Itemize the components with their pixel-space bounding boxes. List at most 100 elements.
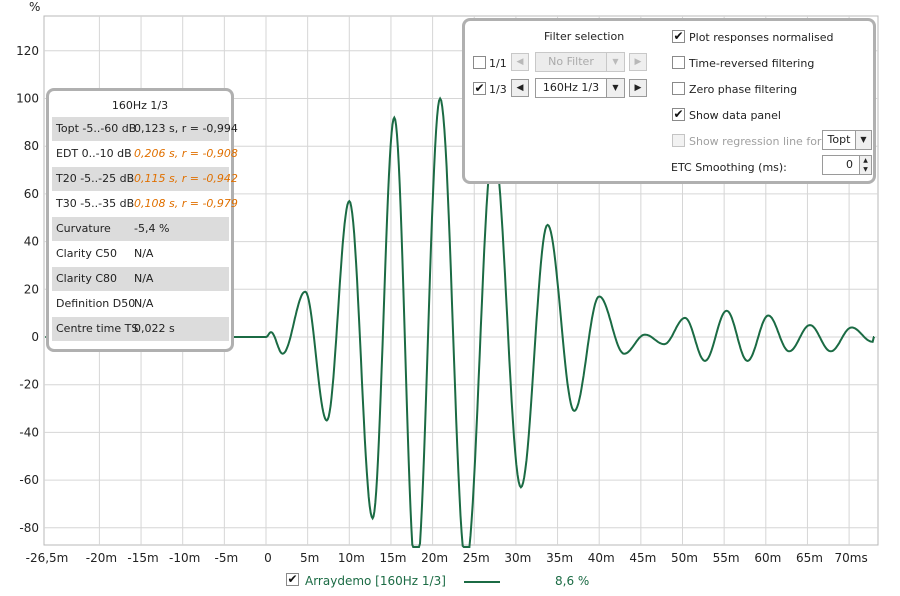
time-reversed-checkbox[interactable] [672,56,685,69]
filter-panel[interactable]: Filter selection 1/1 ◀ No Filter ▼ ▶ ✔ 1… [462,18,876,184]
legend-series-name: Arraydemo [160Hz 1/3] [305,574,446,588]
chevron-right-icon: ▶ [634,83,642,93]
y-tick-label: 120 [16,44,39,58]
y-tick-label: 100 [16,92,39,106]
data-label: T20 -5..-25 dB [56,172,135,185]
data-label: Clarity C50 [56,247,118,260]
regression-value: Topt [827,133,851,146]
y-tick-label: 0 [31,330,39,344]
data-row-edt: EDT 0..-10 dB 0,206 s, r = -0,908 [52,142,238,166]
plot-normalised-checkbox[interactable]: ✔ [672,30,685,43]
data-panel-title: 160Hz 1/3 [111,99,169,112]
data-row-t30: T30 -5..-35 dB 0,108 s, r = -0,979 [52,192,238,216]
chevron-left-icon: ◀ [516,83,524,93]
time-reversed-label: Time-reversed filtering [689,57,815,70]
y-tick-label: 80 [24,139,39,153]
show-regression-label: Show regression line for: [689,135,825,148]
third-octave-prev-button[interactable]: ◀ [511,79,529,97]
data-row-c50: Clarity C50 N/A [52,242,229,266]
data-value: N/A [134,272,154,285]
data-row-t20: T20 -5..-25 dB 0,115 s, r = -0,942 [52,167,238,191]
etc-smoothing-value: 0 [846,158,853,171]
data-value: N/A [134,297,154,310]
zero-phase-checkbox[interactable] [672,82,685,95]
y-axis-unit-label: % [29,0,40,14]
x-tick-label: 40m [588,551,615,565]
data-row-ts: Centre time TS 0,022 s [52,317,229,341]
data-label: Centre time TS [56,322,139,335]
data-value: 0,022 s [134,322,175,335]
data-value: 0,115 s, r = -0,942 [134,172,238,185]
x-tick-label: -5m [215,551,239,565]
y-tick-label: -60 [19,473,39,487]
octave-next-button[interactable]: ▶ [629,53,647,71]
show-regression-checkbox[interactable] [672,134,685,147]
data-label: EDT 0..-10 dB [56,147,132,160]
x-axis-ticks: -26,5m -20m -15m -10m -5m 0 5m 10m 15m 20m 25m 30m 3… [26,551,868,565]
third-octave-next-button[interactable]: ▶ [629,79,647,97]
filter-selection-title: Filter selection [544,30,625,43]
x-tick-label: 30m [504,551,531,565]
chevron-left-icon: ◀ [516,57,524,67]
chevron-down-icon: ▼ [855,131,871,149]
data-value: -5,4 % [134,222,170,235]
series-visibility-checkbox[interactable]: ✔ [286,573,299,586]
x-tick-label: -20m [86,551,117,565]
legend: ✔ Arraydemo [160Hz 1/3] 8,6 % [0,570,900,592]
y-tick-label: -20 [19,378,39,392]
octave-filter-checkbox[interactable] [473,56,486,69]
third-octave-filter-checkbox[interactable]: ✔ [473,82,486,95]
data-value: 0,123 s, r = -0,994 [134,122,238,135]
show-data-panel-label: Show data panel [689,109,781,122]
y-tick-label: 60 [24,187,39,201]
x-tick-label: 5m [300,551,319,565]
data-label: Topt -5..-60 dB [56,122,137,135]
x-tick-label: 15m [379,551,406,565]
legend-series-value: 8,6 % [555,574,590,588]
x-tick-label: -10m [169,551,200,565]
x-tick-label: 60m [754,551,781,565]
data-label: Curvature [56,222,111,235]
data-row-topt: Topt -5..-60 dB 0,123 s, r = -0,994 [52,117,238,141]
data-row-c80: Clarity C80 N/A [52,267,229,291]
data-row-d50: Definition D50 N/A [52,292,229,316]
plot-normalised-label: Plot responses normalised [689,31,834,44]
octave-filter-select[interactable]: No Filter ▼ [535,52,625,72]
chevron-right-icon: ▶ [634,57,642,67]
x-tick-label: -15m [127,551,158,565]
legend-line-swatch [464,581,500,583]
x-tick-label: 35m [546,551,573,565]
third-octave-filter-label: 1/3 [489,83,507,96]
chevron-down-icon: ▼ [606,79,624,97]
data-row-curvature: Curvature -5,4 % [52,217,229,241]
x-tick-label: 20m [421,551,448,565]
x-tick-label: 0 [264,551,272,565]
x-tick-label: -26,5m [26,551,69,565]
x-tick-label: 70ms [834,551,867,565]
y-axis-ticks: 120 100 80 60 40 20 0 -20 -40 -60 -80 [16,44,39,535]
octave-prev-button[interactable]: ◀ [511,53,529,71]
data-value: 0,108 s, r = -0,979 [134,197,238,210]
etc-smoothing-spinner[interactable]: 0 ▲ ▼ [822,155,872,175]
regression-select[interactable]: Topt ▼ [822,130,872,150]
show-data-panel-checkbox[interactable]: ✔ [672,108,685,121]
octave-filter-value: No Filter [548,55,594,68]
x-tick-label: 45m [629,551,656,565]
data-panel[interactable]: 160Hz 1/3 Topt -5..-60 dB 0,123 s, r = -… [46,88,238,352]
data-value: N/A [134,247,154,260]
y-tick-label: -40 [19,425,39,439]
data-label: Clarity C80 [56,272,118,285]
y-tick-label: 40 [24,235,39,249]
x-tick-label: 55m [713,551,740,565]
octave-filter-label: 1/1 [489,57,507,70]
x-tick-label: 10m [338,551,365,565]
third-octave-filter-select[interactable]: 160Hz 1/3 ▼ [535,78,625,98]
data-label: T30 -5..-35 dB [56,197,135,210]
zero-phase-label: Zero phase filtering [689,83,798,96]
spinner-arrows-icon[interactable]: ▲ ▼ [859,156,871,174]
y-tick-label: -80 [19,521,39,535]
x-tick-label: 50m [671,551,698,565]
third-octave-filter-value: 160Hz 1/3 [542,81,600,94]
data-value: 0,206 s, r = -0,908 [134,147,238,160]
data-label: Definition D50 [56,297,136,310]
